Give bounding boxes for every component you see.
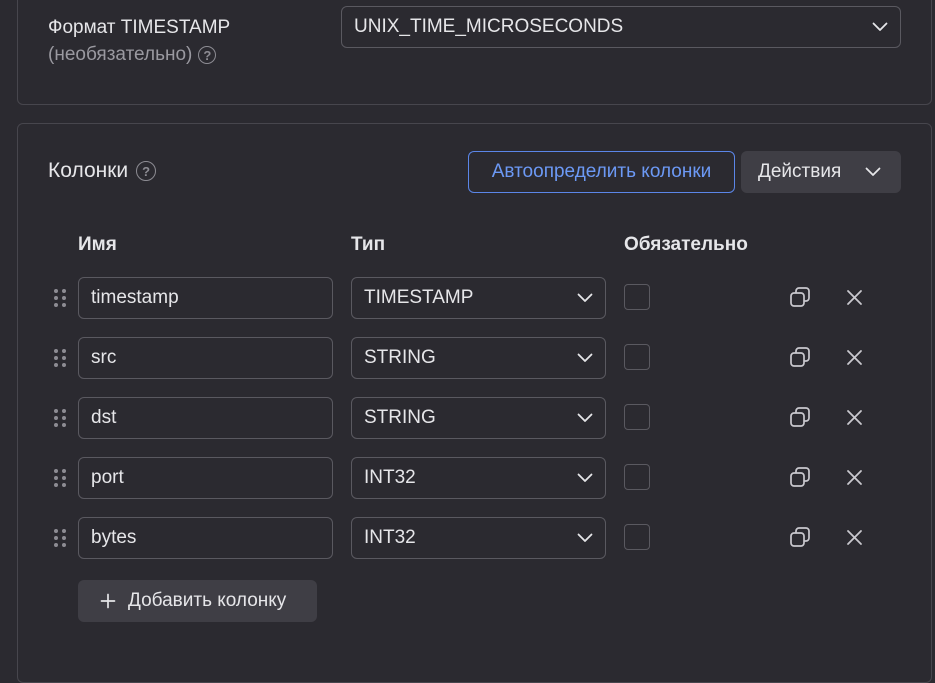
columns-title-text: Колонки — [48, 159, 129, 182]
column-header-type: Тип — [351, 234, 386, 255]
drag-handle-icon[interactable] — [53, 348, 67, 368]
close-icon[interactable] — [845, 468, 864, 487]
timestamp-format-label: Формат TIMESTAMP — [48, 17, 231, 38]
timestamp-format-value: UNIX_TIME_MICROSECONDS — [354, 16, 624, 37]
close-icon[interactable] — [845, 288, 864, 307]
plus-icon — [100, 593, 116, 609]
column-row: dst STRING — [0, 397, 935, 439]
column-row: src STRING — [0, 337, 935, 379]
drag-handle-icon[interactable] — [53, 288, 67, 308]
required-checkbox[interactable] — [624, 464, 650, 490]
close-icon[interactable] — [845, 348, 864, 367]
column-header-name: Имя — [78, 234, 117, 255]
close-icon[interactable] — [845, 408, 864, 427]
chevron-down-icon — [865, 167, 881, 176]
chevron-down-icon — [577, 473, 593, 482]
drag-handle-icon[interactable] — [53, 408, 67, 428]
copy-icon[interactable] — [789, 346, 811, 368]
autodetect-columns-button[interactable]: Автоопределить колонки — [468, 151, 735, 193]
required-checkbox[interactable] — [624, 344, 650, 370]
column-type-select[interactable]: INT32 — [351, 457, 606, 499]
column-row: bytes INT32 — [0, 517, 935, 559]
column-type-value: INT32 — [364, 527, 416, 548]
column-type-select[interactable]: TIMESTAMP — [351, 277, 606, 319]
help-circle-icon[interactable]: ? — [136, 161, 157, 181]
column-type-value: STRING — [364, 407, 436, 428]
column-header-required: Обязательно — [624, 234, 748, 255]
column-name-input[interactable]: bytes — [78, 517, 333, 559]
required-checkbox[interactable] — [624, 524, 650, 550]
timestamp-format-optional: (необязательно) ? — [48, 44, 217, 66]
drag-handle-icon[interactable] — [53, 528, 67, 548]
chevron-down-icon — [577, 533, 593, 542]
column-type-select[interactable]: STRING — [351, 397, 606, 439]
copy-icon[interactable] — [789, 526, 811, 548]
chevron-down-icon — [872, 22, 888, 31]
required-checkbox[interactable] — [624, 284, 650, 310]
copy-icon[interactable] — [789, 466, 811, 488]
column-row: timestamp TIMESTAMP — [0, 277, 935, 319]
actions-label: Действия — [758, 161, 842, 182]
copy-icon[interactable] — [789, 406, 811, 428]
help-circle-icon[interactable]: ? — [198, 46, 217, 64]
column-type-select[interactable]: INT32 — [351, 517, 606, 559]
timestamp-format-select[interactable]: UNIX_TIME_MICROSECONDS — [341, 6, 901, 48]
column-name-input[interactable]: src — [78, 337, 333, 379]
column-type-select[interactable]: STRING — [351, 337, 606, 379]
column-name-input[interactable]: port — [78, 457, 333, 499]
copy-icon[interactable] — [789, 286, 811, 308]
add-column-label: Добавить колонку — [128, 590, 287, 611]
close-icon[interactable] — [845, 528, 864, 547]
column-type-value: INT32 — [364, 467, 416, 488]
add-column-button[interactable]: Добавить колонку — [78, 580, 317, 622]
column-row: port INT32 — [0, 457, 935, 499]
optional-label: (необязательно) — [48, 44, 193, 65]
chevron-down-icon — [577, 353, 593, 362]
chevron-down-icon — [577, 413, 593, 422]
required-checkbox[interactable] — [624, 404, 650, 430]
chevron-down-icon — [577, 293, 593, 302]
columns-title: Колонки ? — [48, 159, 157, 183]
drag-handle-icon[interactable] — [53, 468, 67, 488]
column-name-input[interactable]: dst — [78, 397, 333, 439]
column-type-value: TIMESTAMP — [364, 287, 474, 308]
column-type-value: STRING — [364, 347, 436, 368]
column-name-input[interactable]: timestamp — [78, 277, 333, 319]
actions-dropdown-button[interactable]: Действия — [741, 151, 901, 193]
